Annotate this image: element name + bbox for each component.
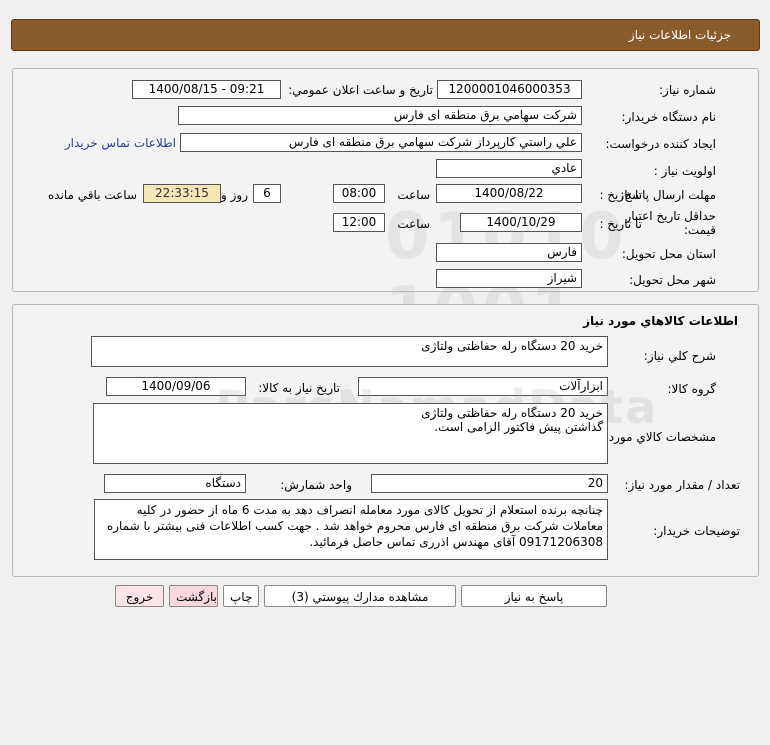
unit-label: واحد شمارش: bbox=[280, 478, 352, 492]
validity-time-field: 12:00 bbox=[333, 213, 385, 232]
validity-hour-label: ساعت bbox=[397, 217, 430, 231]
view-attachments-button[interactable]: مشاهده مدارك پيوستي (3) bbox=[264, 585, 456, 607]
priority-field: عادي bbox=[436, 159, 582, 178]
goods-group-label: گروه كالا: bbox=[667, 382, 717, 396]
priority-label: اولويت نياز : bbox=[653, 164, 716, 178]
summary-label: شرح كلي نياز: bbox=[643, 349, 716, 363]
announce-field: 1400/08/15 - 09:21 bbox=[132, 80, 281, 99]
specs-line-1: خرید 20 دستگاه رله حفاظتی ولتاژی bbox=[421, 406, 603, 420]
page-header: جزئيات اطلاعات نياز bbox=[11, 19, 760, 51]
summary-field: خريد 20 دستگاه رله حفاظتی ولتاژی bbox=[91, 336, 608, 367]
quantity-label: تعداد / مقدار مورد نياز: bbox=[624, 478, 740, 492]
unit-field: دستگاه bbox=[104, 474, 246, 493]
exit-button[interactable]: خروج bbox=[115, 585, 164, 607]
goods-section-title: اطلاعات كالاهاي مورد نياز bbox=[583, 314, 738, 328]
deadline-until-label: تا تاريخ : bbox=[599, 188, 642, 202]
back-button[interactable]: بازگشت bbox=[169, 585, 218, 607]
specs-line-2: گذاشتن پیش فاکتور الزامی است. bbox=[434, 420, 603, 434]
province-label: استان محل تحويل: bbox=[621, 247, 716, 261]
validity-until-label: تا تاريخ : bbox=[599, 217, 642, 231]
remaining-time-field: 22:33:15 bbox=[143, 184, 221, 203]
reply-button[interactable]: پاسخ به نياز bbox=[461, 585, 607, 607]
buyer-label: نام دستگاه خريدار: bbox=[621, 110, 717, 124]
days-remaining-field: 6 bbox=[253, 184, 281, 203]
specs-field: خرید 20 دستگاه رله حفاظتی ولتاژی گذاشتن … bbox=[93, 403, 608, 464]
print-button[interactable]: چاپ bbox=[223, 585, 259, 607]
buyer-contact-link[interactable]: اطلاعات تماس خريدار bbox=[65, 136, 176, 150]
province-field: فارس bbox=[436, 243, 582, 262]
quantity-field: 20 bbox=[371, 474, 608, 493]
deadline-hour-label: ساعت bbox=[397, 188, 430, 202]
deadline-date-field: 1400/08/22 bbox=[436, 184, 582, 203]
city-field: شيراز bbox=[436, 269, 582, 288]
validity-date-field: 1400/10/29 bbox=[460, 213, 582, 232]
need-number-label: شماره نياز: bbox=[659, 83, 716, 97]
city-label: شهر محل تحويل: bbox=[629, 273, 716, 287]
days-label: روز و bbox=[221, 188, 248, 202]
creator-label: ايجاد كننده درخواست: bbox=[605, 137, 716, 151]
remaining-time-label: ساعت باقي مانده bbox=[47, 188, 137, 202]
buyer-notes-label: توضيحات خريدار: bbox=[653, 524, 740, 538]
page-title: جزئيات اطلاعات نياز bbox=[628, 28, 731, 42]
buyer-field: شركت سهامي برق منطقه اى فارس bbox=[178, 106, 582, 125]
announce-label: تاريخ و ساعت اعلان عمومي: bbox=[288, 83, 433, 97]
creator-field: علي راستي كارپرداز شركت سهامي برق منطقه … bbox=[180, 133, 582, 152]
buyer-notes-field: چنانچه برنده استعلام از تحویل کالای مورد… bbox=[94, 499, 608, 560]
deadline-time-field: 08:00 bbox=[333, 184, 385, 203]
need-number-field: 1200001046000353 bbox=[437, 80, 582, 99]
